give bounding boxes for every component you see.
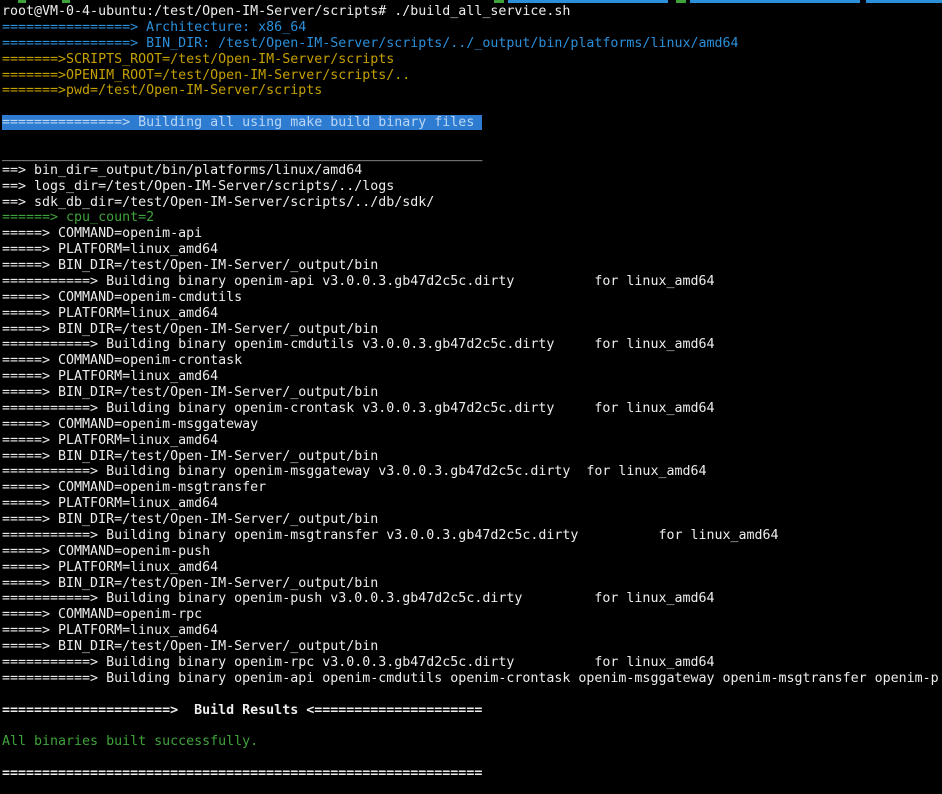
terminal-line: =====> PLATFORM=linux_amd64 [2, 496, 942, 512]
terminal-line: =====> COMMAND=openim-msggateway [2, 417, 942, 433]
build-banner-highlighted: ===============> Building all using make… [2, 115, 942, 131]
bin-dir-line: ================> BIN_DIR: /test/Open-IM… [2, 36, 942, 52]
architecture-line: ================> Architecture: x86_64 [2, 20, 942, 36]
terminal-line: ===========> Building binary openim-cmdu… [2, 337, 942, 353]
blue-text-fragment [866, 0, 942, 3]
green-text-fragment [676, 0, 686, 3]
terminal-line: =====> PLATFORM=linux_amd64 [2, 242, 942, 258]
blue-text-fragment [508, 0, 668, 3]
bottom-separator: ========================================… [2, 766, 942, 782]
terminal-line: =====> COMMAND=openim-api [2, 226, 942, 242]
terminal-line: =====> COMMAND=openim-rpc [2, 607, 942, 623]
terminal-output: root@VM-0-4-ubuntu:/test/Open-IM-Server/… [2, 4, 942, 782]
build-success-message: All binaries built successfully. [2, 734, 942, 750]
terminal-line: =====> PLATFORM=linux_amd64 [2, 433, 942, 449]
terminal-line: ===========> Building binary openim-api … [2, 274, 942, 290]
terminal-line: =====> PLATFORM=linux_amd64 [2, 623, 942, 639]
terminal-window: root@VM-0-4-ubuntu:/test/Open-IM-Server/… [0, 0, 942, 794]
green-text-fragment [494, 0, 504, 3]
terminal-line: ==> logs_dir=/test/Open-IM-Server/script… [2, 179, 942, 195]
terminal-line: =====> PLATFORM=linux_amd64 [2, 560, 942, 576]
terminal-line: ==> bin_dir=_output/bin/platforms/linux/… [2, 163, 942, 179]
terminal-line: =====> COMMAND=openim-cmdutils [2, 290, 942, 306]
terminal-line: =====> COMMAND=openim-msgtransfer [2, 480, 942, 496]
terminal-line: ===========> Building binary openim-rpc … [2, 655, 942, 671]
openim-root-line: =======>OPENIM_ROOT=/test/Open-IM-Server… [2, 68, 942, 84]
blue-text-fragment [690, 0, 860, 3]
terminal-line: =====> BIN_DIR=/test/Open-IM-Server/_out… [2, 385, 942, 401]
build-results-header: =====================> Build Results <==… [2, 703, 942, 719]
cpu-count-line: ======> cpu_count=2 [2, 210, 942, 226]
terminal-line: =====> BIN_DIR=/test/Open-IM-Server/_out… [2, 576, 942, 592]
terminal-line: =====> COMMAND=openim-crontask [2, 353, 942, 369]
green-text-fragment [62, 0, 70, 3]
terminal-line: =====> COMMAND=openim-push [2, 544, 942, 560]
terminal-line: ===========> Building binary openim-push… [2, 591, 942, 607]
terminal-line [2, 99, 942, 115]
shell-command-line: root@VM-0-4-ubuntu:/test/Open-IM-Server/… [2, 4, 942, 20]
terminal-line: =====> PLATFORM=linux_amd64 [2, 369, 942, 385]
terminal-line: =====> BIN_DIR=/test/Open-IM-Server/_out… [2, 639, 942, 655]
terminal-line [2, 687, 942, 703]
build-all-binaries-line: ===========> Building binary openim-api … [2, 671, 942, 687]
terminal-line: =====> BIN_DIR=/test/Open-IM-Server/_out… [2, 449, 942, 465]
scripts-root-line: =======>SCRIPTS_ROOT=/test/Open-IM-Serve… [2, 52, 942, 68]
terminal-line [2, 131, 942, 147]
terminal-line [2, 718, 942, 734]
pwd-line: =======>pwd=/test/Open-IM-Server/scripts [2, 83, 942, 99]
terminal-line: =====> BIN_DIR=/test/Open-IM-Server/_out… [2, 322, 942, 338]
terminal-line: =====> PLATFORM=linux_amd64 [2, 306, 942, 322]
terminal-line: =====> BIN_DIR=/test/Open-IM-Server/_out… [2, 512, 942, 528]
green-text-fragment [18, 0, 26, 3]
terminal-line: =====> BIN_DIR=/test/Open-IM-Server/_out… [2, 258, 942, 274]
terminal-line: ===========> Building binary openim-msgg… [2, 464, 942, 480]
underscore-divider: ________________________________________… [2, 147, 942, 163]
terminal-line: ==> sdk_db_dir=/test/Open-IM-Server/scri… [2, 195, 942, 211]
terminal-line [2, 750, 942, 766]
terminal-line: ===========> Building binary openim-cron… [2, 401, 942, 417]
terminal-line: ===========> Building binary openim-msgt… [2, 528, 942, 544]
